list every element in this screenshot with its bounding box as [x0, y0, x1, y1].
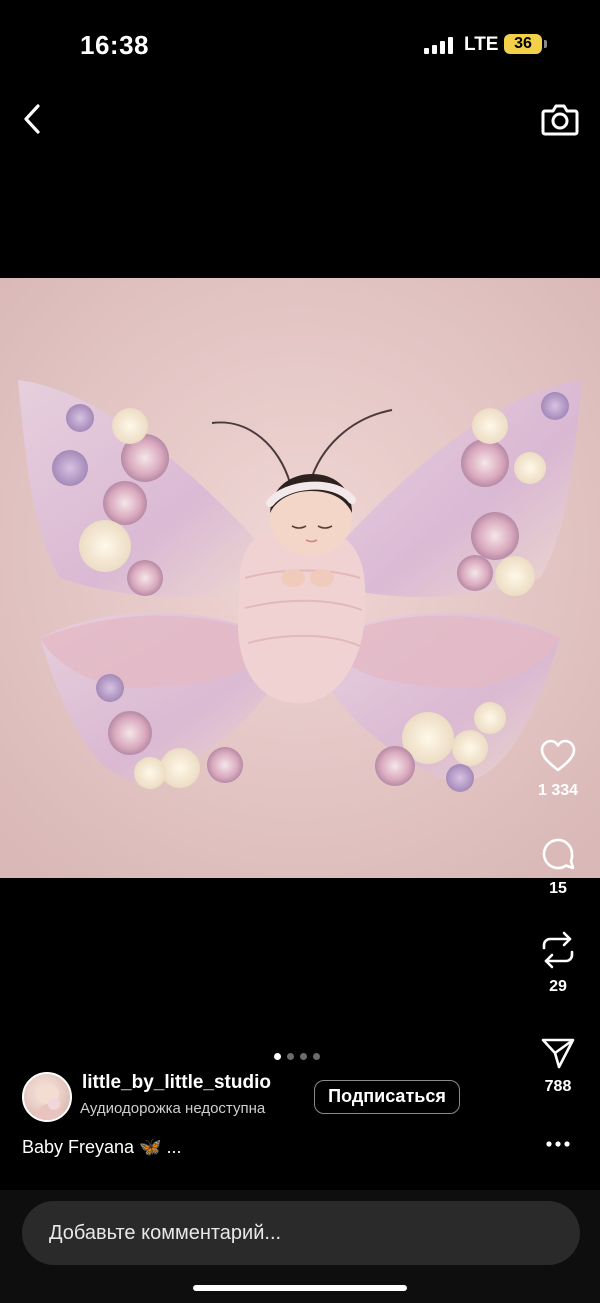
comment-button[interactable]: 15 [528, 836, 588, 898]
home-indicator[interactable] [193, 1285, 407, 1291]
network-type: LTE [464, 34, 499, 55]
carousel-dot [300, 1053, 307, 1060]
more-options-button[interactable] [544, 1134, 574, 1154]
carousel-dot [274, 1053, 281, 1060]
send-icon [541, 1038, 575, 1069]
repost-count: 29 [549, 978, 567, 995]
author-username[interactable]: little_by_little_studio [82, 1072, 271, 1094]
avatar-image [32, 1084, 68, 1120]
camera-icon [541, 104, 579, 136]
comment-input[interactable]: Добавьте комментарий... [22, 1201, 580, 1265]
carousel-dot [287, 1053, 294, 1060]
more-horizontal-icon [546, 1141, 570, 1147]
signal-icon [424, 36, 454, 54]
comment-count: 15 [549, 880, 567, 897]
battery-icon: 36 [504, 34, 542, 54]
carousel-dot [313, 1053, 320, 1060]
butterfly-emoji: 🦋 [139, 1137, 162, 1157]
caption-text: Baby Freyana [22, 1137, 135, 1157]
post-caption[interactable]: Baby Freyana 🦋 ... [22, 1137, 182, 1158]
status-time: 16:38 [80, 30, 149, 60]
carousel-indicator [274, 1047, 326, 1060]
back-button[interactable] [14, 100, 52, 138]
audio-status: Аудиодорожка недоступна [80, 1100, 266, 1117]
avatar[interactable] [22, 1072, 72, 1122]
caption-more[interactable]: ... [167, 1137, 182, 1157]
follow-button[interactable]: Подписаться [314, 1080, 460, 1114]
chevron-left-icon [24, 104, 40, 134]
like-button[interactable]: 1 334 [528, 738, 588, 800]
heart-icon [540, 739, 576, 772]
camera-button[interactable] [540, 100, 580, 138]
repost-button[interactable]: 29 [528, 930, 588, 996]
repost-icon [542, 931, 574, 969]
photo-newborn-butterfly [0, 278, 600, 878]
like-count: 1 334 [537, 782, 579, 799]
post-photo[interactable] [0, 278, 600, 878]
share-count: 788 [544, 1078, 572, 1095]
status-bar: 16:38 LTE 36 [0, 0, 600, 90]
share-button[interactable]: 788 [528, 1036, 588, 1096]
comment-icon [542, 838, 575, 870]
battery-tip [544, 40, 547, 48]
